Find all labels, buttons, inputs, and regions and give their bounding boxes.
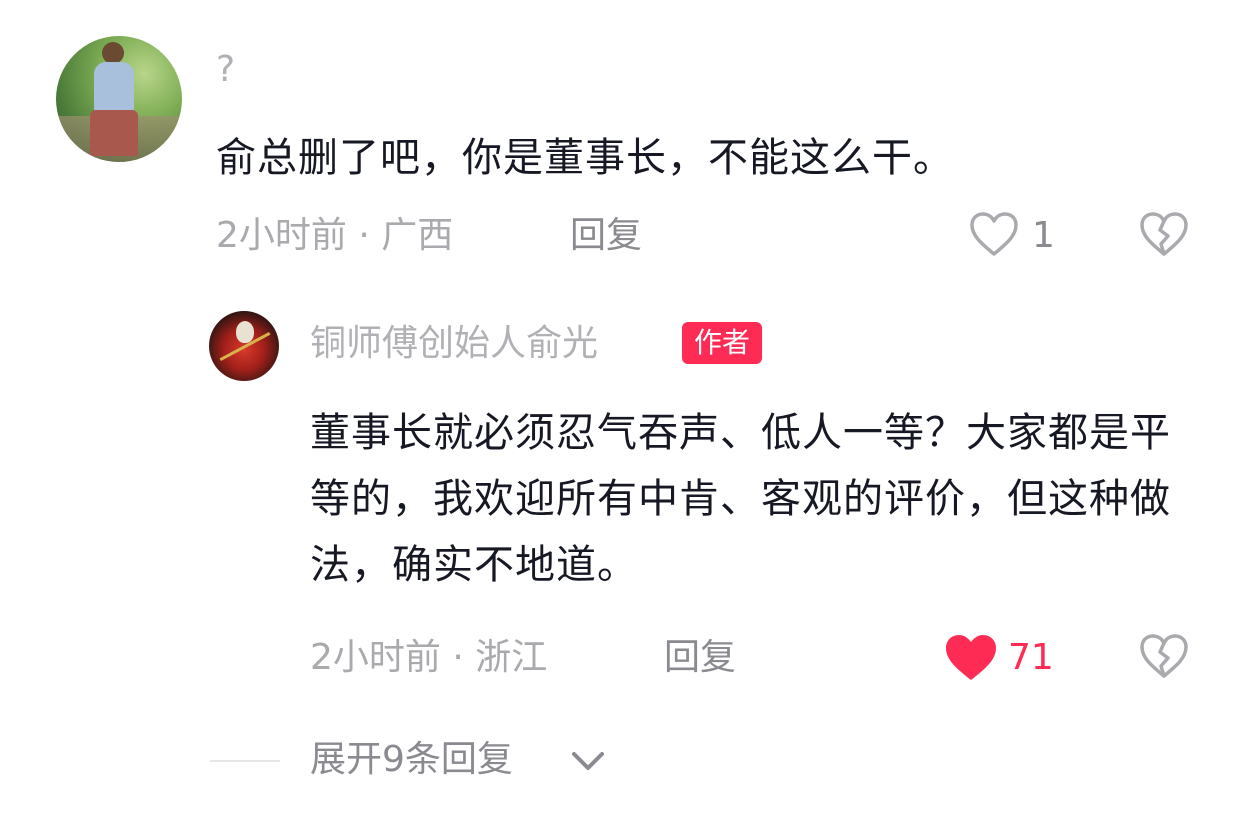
avatar-head bbox=[102, 42, 124, 64]
divider bbox=[210, 760, 280, 762]
avatar-body bbox=[94, 62, 134, 114]
comment-meta: 2小时前 · 浙江 bbox=[310, 637, 548, 678]
comment-meta: 2小时前 · 广西 bbox=[216, 215, 454, 256]
chevron-down-icon[interactable] bbox=[568, 742, 608, 778]
comment-text: 董事长就必须忍气吞声、低人一等？大家都是平等的，我欢迎所有中肯、客观的评价，但这… bbox=[310, 410, 1171, 588]
reply-button[interactable]: 回复 bbox=[664, 634, 736, 682]
like-count: 1 bbox=[1032, 215, 1055, 256]
comment-username[interactable]: ? bbox=[216, 50, 235, 90]
avatar[interactable] bbox=[56, 36, 182, 162]
avatar[interactable] bbox=[209, 311, 279, 381]
broken-heart-icon[interactable] bbox=[1138, 210, 1190, 258]
expand-replies-button[interactable]: 展开9条回复 bbox=[310, 736, 513, 784]
comment-text: 俞总删了吧，你是董事长，不能这么干。 bbox=[216, 135, 954, 181]
like-count: 71 bbox=[1008, 637, 1054, 678]
avatar-skirt bbox=[90, 110, 138, 156]
heart-filled-icon[interactable] bbox=[942, 630, 1000, 684]
comment-username[interactable]: 铜师傅创始人俞光 bbox=[310, 320, 598, 368]
author-badge: 作者 bbox=[682, 322, 763, 364]
reply-button[interactable]: 回复 bbox=[570, 212, 642, 260]
broken-heart-icon[interactable] bbox=[1138, 630, 1190, 682]
heart-outline-icon[interactable] bbox=[968, 210, 1020, 258]
avatar-mask bbox=[236, 321, 254, 343]
